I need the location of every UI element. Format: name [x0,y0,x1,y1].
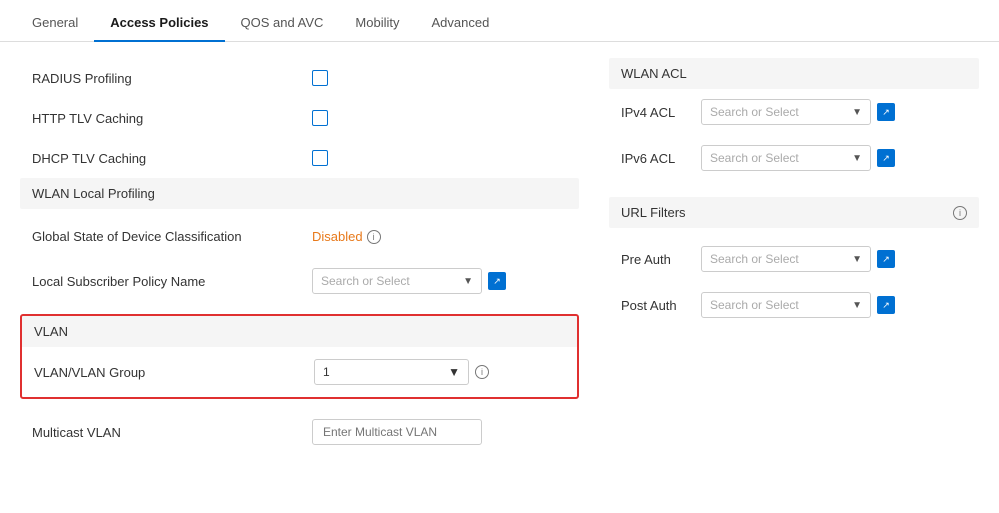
post-auth-label: Post Auth [621,298,701,313]
local-subscriber-dropdown[interactable]: Search or Select ▼ [312,268,482,294]
tab-general[interactable]: General [16,5,94,42]
ipv4-acl-placeholder: Search or Select [710,105,799,119]
radius-profiling-checkbox[interactable] [312,70,328,86]
pre-auth-row: Pre Auth Search or Select ▼ ↗ [609,236,979,282]
vlan-group-info-icon[interactable]: i [475,365,489,379]
http-tlv-row: HTTP TLV Caching [20,98,579,138]
tab-qos-avc[interactable]: QOS and AVC [225,5,340,42]
tab-access-policies[interactable]: Access Policies [94,5,224,42]
radius-profiling-row: RADIUS Profiling [20,58,579,98]
global-state-label: Global State of Device Classification [32,229,312,244]
ipv6-acl-row: IPv6 ACL Search or Select ▼ ↗ [609,135,979,181]
ipv6-acl-placeholder: Search or Select [710,151,799,165]
vlan-group-value: 1 [323,365,330,379]
ipv4-acl-dropdown[interactable]: Search or Select ▼ [701,99,871,125]
ipv6-acl-control: Search or Select ▼ ↗ [701,145,895,171]
http-tlv-control [312,110,328,126]
post-auth-placeholder: Search or Select [710,298,799,312]
global-state-info-icon[interactable]: i [367,230,381,244]
ipv4-acl-ext-link-icon[interactable]: ↗ [877,103,895,121]
local-subscriber-control: Search or Select ▼ ↗ [312,268,506,294]
pre-auth-chevron-icon: ▼ [852,254,862,265]
dhcp-tlv-label: DHCP TLV Caching [32,151,312,166]
right-panel: WLAN ACL IPv4 ACL Search or Select ▼ ↗ I… [609,58,979,457]
tab-bar: General Access Policies QOS and AVC Mobi… [0,0,999,42]
main-content: RADIUS Profiling HTTP TLV Caching DHCP T… [0,42,999,473]
post-auth-ext-link-icon[interactable]: ↗ [877,296,895,314]
local-subscriber-label: Local Subscriber Policy Name [32,274,312,289]
ipv6-acl-dropdown[interactable]: Search or Select ▼ [701,145,871,171]
wlan-acl-section: WLAN ACL IPv4 ACL Search or Select ▼ ↗ I… [609,58,979,181]
tab-mobility[interactable]: Mobility [339,5,415,42]
global-state-row: Global State of Device Classification Di… [20,217,579,256]
ipv4-acl-chevron-icon: ▼ [852,107,862,118]
pre-auth-label: Pre Auth [621,252,701,267]
local-subscriber-row: Local Subscriber Policy Name Search or S… [20,256,579,306]
dhcp-tlv-row: DHCP TLV Caching [20,138,579,178]
multicast-vlan-row: Multicast VLAN [20,407,579,457]
url-filters-header: URL Filters i [609,197,979,228]
ipv4-acl-control: Search or Select ▼ ↗ [701,99,895,125]
local-subscriber-chevron-icon: ▼ [463,276,473,287]
vlan-header: VLAN [22,316,577,347]
ipv6-acl-chevron-icon: ▼ [852,153,862,164]
pre-auth-placeholder: Search or Select [710,252,799,266]
http-tlv-checkbox[interactable] [312,110,328,126]
left-panel: RADIUS Profiling HTTP TLV Caching DHCP T… [20,58,579,457]
vlan-group-chevron-icon: ▼ [448,365,460,379]
tab-advanced[interactable]: Advanced [415,5,505,42]
ipv6-acl-label: IPv6 ACL [621,151,701,166]
vlan-section: VLAN VLAN/VLAN Group 1 ▼ i [20,314,579,399]
pre-auth-dropdown[interactable]: Search or Select ▼ [701,246,871,272]
http-tlv-label: HTTP TLV Caching [32,111,312,126]
pre-auth-control: Search or Select ▼ ↗ [701,246,895,272]
wlan-local-profiling-header: WLAN Local Profiling [20,178,579,209]
global-state-value: Disabled i [312,229,381,244]
ipv6-acl-ext-link-icon[interactable]: ↗ [877,149,895,167]
post-auth-control: Search or Select ▼ ↗ [701,292,895,318]
vlan-group-label: VLAN/VLAN Group [34,365,314,380]
radius-profiling-control [312,70,328,86]
vlan-group-row: VLAN/VLAN Group 1 ▼ i [22,347,577,397]
ipv4-acl-label: IPv4 ACL [621,105,701,120]
vlan-group-dropdown[interactable]: 1 ▼ [314,359,469,385]
ipv4-acl-row: IPv4 ACL Search or Select ▼ ↗ [609,89,979,135]
multicast-vlan-label: Multicast VLAN [32,425,312,440]
local-subscriber-ext-link-icon[interactable]: ↗ [488,272,506,290]
local-subscriber-placeholder: Search or Select [321,274,410,288]
dhcp-tlv-checkbox[interactable] [312,150,328,166]
global-state-control: Disabled i [312,229,381,244]
radius-profiling-label: RADIUS Profiling [32,71,312,86]
url-filters-section: URL Filters i Pre Auth Search or Select … [609,197,979,328]
multicast-vlan-input[interactable] [312,419,482,445]
post-auth-row: Post Auth Search or Select ▼ ↗ [609,282,979,328]
wlan-acl-header: WLAN ACL [609,58,979,89]
vlan-group-control: 1 ▼ i [314,359,489,385]
post-auth-dropdown[interactable]: Search or Select ▼ [701,292,871,318]
dhcp-tlv-control [312,150,328,166]
url-filters-info-icon[interactable]: i [953,206,967,220]
post-auth-chevron-icon: ▼ [852,300,862,311]
pre-auth-ext-link-icon[interactable]: ↗ [877,250,895,268]
multicast-vlan-control [312,419,482,445]
